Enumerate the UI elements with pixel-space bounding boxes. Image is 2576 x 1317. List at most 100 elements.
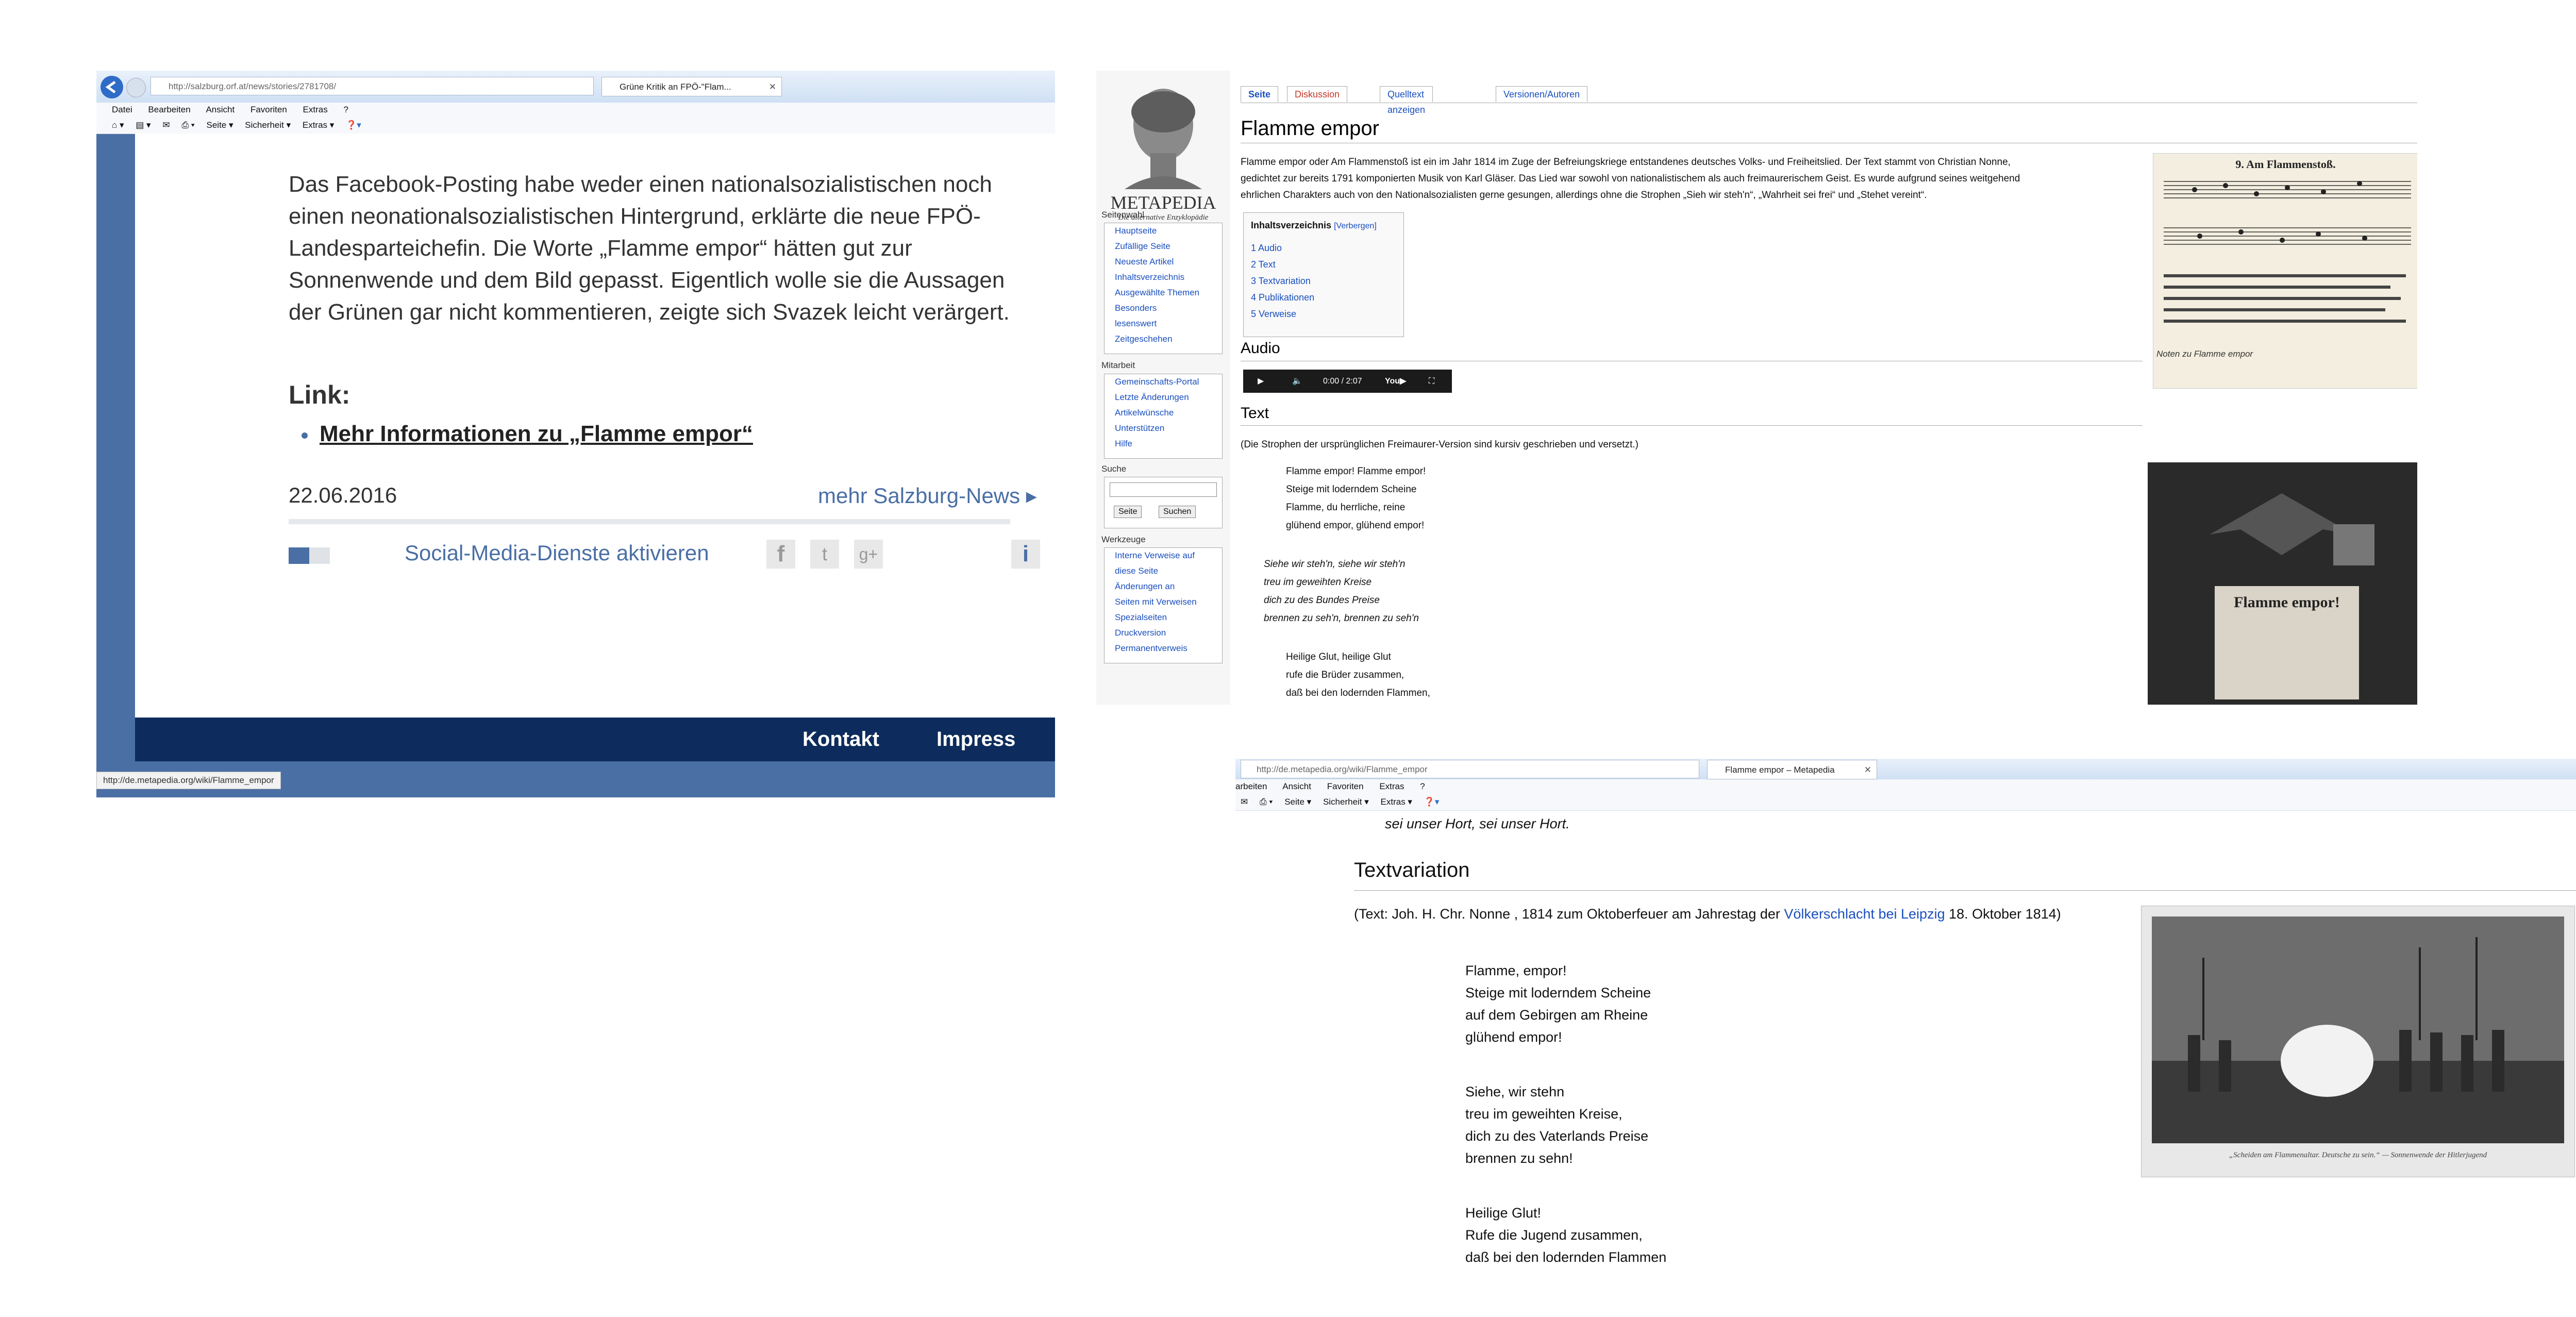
- forward-button[interactable]: [126, 78, 146, 97]
- play-icon[interactable]: ▶: [1258, 370, 1264, 393]
- back-arrow-icon: [105, 80, 116, 94]
- browser-tab[interactable]: Grüne Kritik an FPÖ-"Flam... ✕: [601, 77, 782, 96]
- menu-extras[interactable]: Extras: [1379, 781, 1404, 791]
- nav-artikelwuensche[interactable]: Artikelwünsche: [1105, 405, 1222, 421]
- nav-unterstuetzen[interactable]: Unterstützen: [1105, 421, 1222, 436]
- help-icon[interactable]: ❓▾: [1424, 797, 1440, 807]
- print-icon[interactable]: ⎙ ▾: [1260, 797, 1273, 807]
- werkzeuge-title: Werkzeuge: [1101, 535, 1146, 544]
- nav-ausgewaehlte-themen[interactable]: Ausgewählte Themen: [1105, 285, 1222, 301]
- browser-tab[interactable]: Flamme empor – Metapedia ✕: [1707, 760, 1877, 779]
- tab-seite[interactable]: Seite: [1241, 86, 1279, 102]
- cmd-extras[interactable]: Extras ▾: [1381, 797, 1412, 807]
- mail-icon[interactable]: ✉: [162, 120, 170, 130]
- cmd-sicherheit[interactable]: Sicherheit ▾: [1323, 797, 1369, 807]
- nav-hilfe[interactable]: Hilfe: [1105, 436, 1222, 452]
- search-seite-button[interactable]: Seite: [1114, 506, 1142, 518]
- tool-spezialseiten[interactable]: Spezialseiten: [1105, 610, 1222, 625]
- close-tab-icon[interactable]: ✕: [769, 77, 776, 97]
- tab-diskussion[interactable]: Diskussion: [1287, 86, 1348, 102]
- cmd-seite[interactable]: Seite ▾: [207, 120, 233, 130]
- toc-text[interactable]: 2 Text: [1244, 256, 1403, 273]
- search-input[interactable]: [1110, 482, 1217, 497]
- toc-title: Inhaltsverzeichnis: [1251, 220, 1332, 230]
- menu-bearbeiten[interactable]: arbeiten: [1235, 781, 1267, 791]
- menu-extras[interactable]: Extras: [303, 105, 328, 114]
- cmd-extras[interactable]: Extras ▾: [303, 120, 334, 130]
- verse-line: rufe die Brüder zusammen,: [1286, 670, 1404, 680]
- menu-favoriten[interactable]: Favoriten: [250, 105, 287, 114]
- menu-ansicht[interactable]: Ansicht: [1282, 781, 1311, 791]
- nav-lesenswert[interactable]: lesenswert: [1105, 316, 1222, 331]
- social-toggle[interactable]: [289, 547, 330, 564]
- toc-textvariation[interactable]: 3 Textvariation: [1244, 273, 1403, 289]
- metapedia-window-top: METAPEDIA Die alternative Enzyklopädie S…: [1096, 71, 2417, 705]
- tab-quelltext[interactable]: Quelltext anzeigen: [1380, 86, 1433, 115]
- verse-line: Flamme empor! Flamme empor!: [1286, 466, 1426, 477]
- menu-favoriten[interactable]: Favoriten: [1327, 781, 1364, 791]
- tool-diese-seite[interactable]: diese Seite: [1105, 563, 1222, 579]
- voelkerschlacht-link[interactable]: Völkerschlacht bei Leipzig: [1784, 906, 1945, 922]
- print-icon[interactable]: ⎙ ▾: [181, 120, 194, 130]
- verse-line: brennen zu sehn!: [1465, 1151, 1573, 1166]
- menu-bearbeiten[interactable]: Bearbeiten: [148, 105, 190, 114]
- url-field[interactable]: http://salzburg.orf.at/news/stories/2781…: [150, 77, 594, 95]
- more-info-link[interactable]: Mehr Informationen zu „Flamme empor“: [320, 421, 753, 447]
- social-media-label[interactable]: Social-Media-Dienste aktivieren: [405, 541, 709, 565]
- facebook-icon[interactable]: f: [766, 540, 795, 569]
- nav-neueste-artikel[interactable]: Neueste Artikel: [1105, 254, 1222, 270]
- menu-datei[interactable]: Datei: [112, 105, 132, 114]
- close-tab-icon[interactable]: ✕: [1864, 760, 1871, 780]
- nav-inhaltsverzeichnis[interactable]: Inhaltsverzeichnis: [1105, 270, 1222, 285]
- statue-head-icon: [1125, 89, 1202, 189]
- nav-hauptseite[interactable]: Hauptseite: [1105, 223, 1222, 239]
- nav-besonders[interactable]: Besonders: [1105, 301, 1222, 316]
- help-icon[interactable]: ❓▾: [346, 120, 361, 130]
- bonfire-photo[interactable]: „Scheiden am Flammenaltar. Deutsche zu s…: [2141, 906, 2575, 1177]
- googleplus-icon[interactable]: g+: [854, 540, 883, 569]
- youtube-icon[interactable]: You▶: [1385, 370, 1406, 393]
- footer-impressum-link[interactable]: Impress: [936, 718, 1015, 761]
- menu-ansicht[interactable]: Ansicht: [206, 105, 235, 114]
- cmd-seite[interactable]: Seite ▾: [1284, 797, 1311, 807]
- cmd-sicherheit[interactable]: Sicherheit ▾: [245, 120, 291, 130]
- feeds-icon[interactable]: ▤ ▾: [136, 120, 150, 130]
- menu-help[interactable]: ?: [343, 105, 348, 114]
- sheet-music-heading: 9. Am Flammenstoß.: [2235, 158, 2336, 171]
- toc-publikationen[interactable]: 4 Publikationen: [1244, 289, 1403, 306]
- sheet-music-image[interactable]: 9. Am Flammenstoß. Noten zu Flamme empor: [2153, 153, 2417, 389]
- tool-seiten-mit-verweisen[interactable]: Seiten mit Verweisen: [1105, 594, 1222, 610]
- nav-letzte-aenderungen[interactable]: Letzte Änderungen: [1105, 390, 1222, 405]
- twitter-icon[interactable]: t: [810, 540, 839, 569]
- toc-hide-link[interactable]: [Verbergen]: [1334, 222, 1377, 230]
- heading-rule: [1354, 890, 2576, 891]
- volume-icon[interactable]: 🔈: [1292, 370, 1302, 393]
- mail-icon[interactable]: ✉: [1241, 797, 1248, 807]
- flamme-empor-poster-image[interactable]: Flamme empor!: [2148, 462, 2417, 705]
- nav-zeitgeschehen[interactable]: Zeitgeschehen: [1105, 331, 1222, 347]
- footer-kontakt-link[interactable]: Kontakt: [802, 718, 879, 761]
- tab-versionen[interactable]: Versionen/Autoren: [1496, 86, 1588, 102]
- verse-line: Steige mit loderndem Scheine: [1465, 985, 1651, 1001]
- metapedia-window-bottom: http://de.metapedia.org/wiki/Flamme_empo…: [1235, 759, 2576, 1317]
- nav-zufaellige-seite[interactable]: Zufällige Seite: [1105, 239, 1222, 254]
- fullscreen-icon[interactable]: ⛶: [1429, 370, 1434, 393]
- toc-verweise[interactable]: 5 Verweise: [1244, 306, 1403, 322]
- toc-audio[interactable]: 1 Audio: [1244, 240, 1403, 256]
- metapedia-logo[interactable]: METAPEDIA Die alternative Enzyklopädie: [1104, 76, 1223, 225]
- menu-help[interactable]: ?: [1420, 781, 1425, 791]
- search-suchen-button[interactable]: Suchen: [1159, 506, 1196, 518]
- tool-druckversion[interactable]: Druckversion: [1105, 625, 1222, 641]
- audio-player[interactable]: ▶ 🔈 0:00 / 2:07 You▶ ⛶: [1243, 370, 1452, 393]
- article-title: Flamme empor: [1241, 117, 1379, 140]
- nav-gemeinschafts-portal[interactable]: Gemeinschafts-Portal: [1105, 374, 1222, 390]
- home-icon[interactable]: ⌂ ▾: [112, 120, 124, 130]
- more-salzburg-news-link[interactable]: mehr Salzburg-News ▸: [818, 483, 1037, 508]
- seitenwahl-title: Seitenwahl: [1101, 210, 1145, 220]
- back-button[interactable]: [101, 76, 123, 98]
- tool-aenderungen-an[interactable]: Änderungen an: [1105, 579, 1222, 594]
- info-icon[interactable]: i: [1011, 540, 1040, 569]
- url-field[interactable]: http://de.metapedia.org/wiki/Flamme_empo…: [1241, 760, 1699, 778]
- tool-permanentverweis[interactable]: Permanentverweis: [1105, 641, 1222, 656]
- tool-interne-verweise[interactable]: Interne Verweise auf: [1105, 548, 1222, 563]
